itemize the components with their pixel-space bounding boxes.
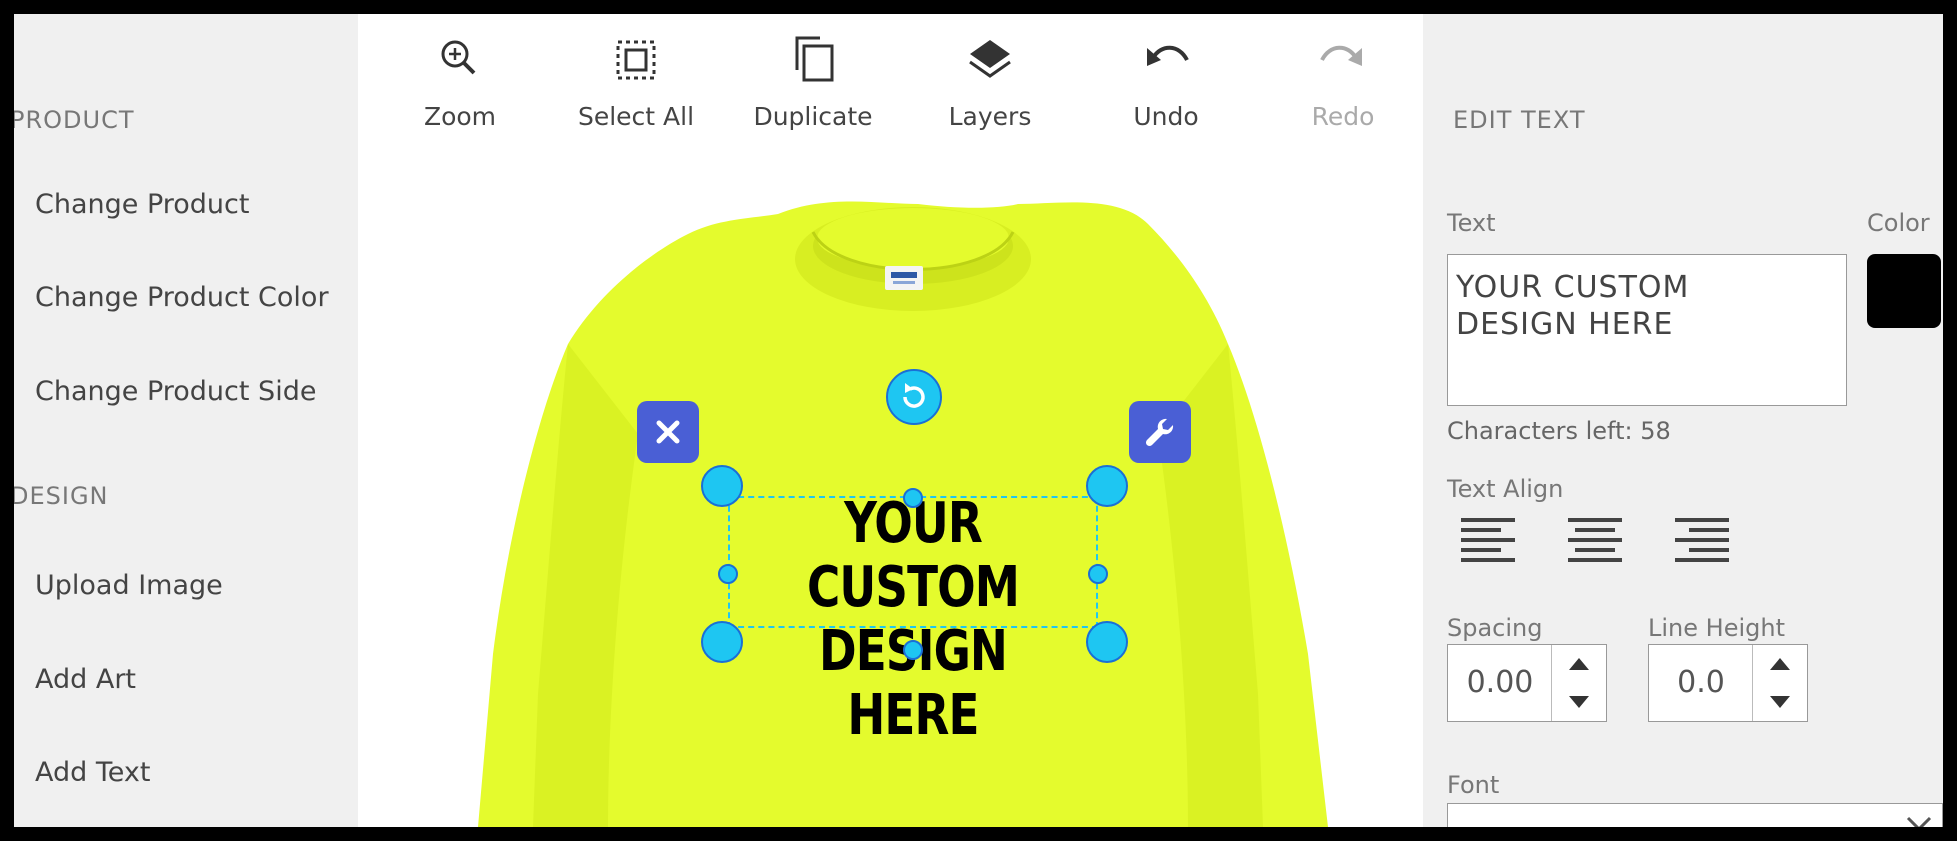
add-text-link[interactable]: Add Text — [35, 757, 150, 788]
change-product-link[interactable]: Change Product — [35, 189, 249, 220]
resize-handle-bottom[interactable] — [903, 640, 923, 660]
resize-handle-bottom-right[interactable] — [1086, 621, 1128, 663]
font-label: Font — [1447, 771, 1500, 799]
chevron-down-icon — [1906, 816, 1932, 827]
edit-text-panel: EDIT TEXT Text Color YOUR CUSTOM DESIGN … — [1423, 14, 1943, 827]
left-sidebar: PRODUCT Change Product Change Product Co… — [14, 14, 358, 827]
spacing-arrows — [1551, 645, 1606, 721]
spacing-label: Spacing — [1447, 614, 1543, 642]
line-height-value[interactable]: 0.0 — [1649, 645, 1753, 721]
align-right-icon — [1675, 518, 1729, 562]
align-left-icon — [1461, 518, 1515, 562]
text-input[interactable]: YOUR CUSTOM DESIGN HERE — [1447, 254, 1847, 406]
text-color-swatch[interactable] — [1867, 254, 1941, 328]
line-height-decrement-button[interactable] — [1753, 683, 1807, 721]
font-select[interactable] — [1447, 803, 1943, 827]
text-label: Text — [1447, 209, 1496, 237]
resize-handle-top[interactable] — [903, 488, 923, 508]
design-canvas[interactable]: Zoom Select All Duplicate Layers Undo Re… — [358, 14, 1423, 827]
edit-object-button[interactable] — [1129, 401, 1191, 463]
line-height-stepper[interactable]: 0.0 — [1648, 644, 1808, 722]
line-height-arrows — [1752, 645, 1807, 721]
resize-handle-top-left[interactable] — [701, 465, 743, 507]
triangle-down-icon — [1770, 696, 1790, 708]
align-center-button[interactable] — [1566, 514, 1624, 564]
change-product-side-link[interactable]: Change Product Side — [35, 376, 316, 407]
rotate-icon — [903, 383, 925, 408]
resize-handle-right[interactable] — [1088, 564, 1108, 584]
upload-image-link[interactable]: Upload Image — [35, 570, 223, 601]
align-left-button[interactable] — [1459, 514, 1517, 564]
add-art-link[interactable]: Add Art — [35, 664, 136, 695]
text-input-line2: DESIGN HERE — [1456, 307, 1674, 342]
triangle-down-icon — [1569, 696, 1589, 708]
characters-left: Characters left: 58 — [1447, 417, 1671, 445]
rotate-object-button[interactable] — [886, 369, 942, 425]
spacing-decrement-button[interactable] — [1552, 683, 1606, 721]
wrench-icon — [1145, 418, 1174, 447]
spacing-value[interactable]: 0.00 — [1448, 645, 1552, 721]
triangle-up-icon — [1770, 658, 1790, 670]
triangle-up-icon — [1569, 658, 1589, 670]
text-align-label: Text Align — [1447, 475, 1564, 503]
change-product-color-link[interactable]: Change Product Color — [35, 282, 329, 313]
resize-handle-left[interactable] — [718, 564, 738, 584]
resize-handle-top-right[interactable] — [1086, 465, 1128, 507]
align-right-button[interactable] — [1673, 514, 1731, 564]
design-text-line1: YOUR CUSTOM — [807, 491, 1020, 620]
app-frame: PRODUCT Change Product Change Product Co… — [14, 14, 1943, 827]
align-center-icon — [1568, 518, 1622, 562]
text-input-line1: YOUR CUSTOM — [1456, 270, 1690, 305]
spacing-increment-button[interactable] — [1552, 645, 1606, 683]
section-title-design: DESIGN — [14, 482, 109, 510]
delete-object-button[interactable] — [637, 401, 699, 463]
color-label: Color — [1867, 209, 1930, 237]
design-text-object[interactable]: YOUR CUSTOM DESIGN HERE — [747, 492, 1080, 748]
line-height-label: Line Height — [1648, 614, 1785, 642]
close-icon — [656, 420, 680, 444]
panel-title: EDIT TEXT — [1453, 106, 1586, 134]
resize-handle-bottom-left[interactable] — [701, 621, 743, 663]
section-title-product: PRODUCT — [14, 106, 135, 134]
spacing-stepper[interactable]: 0.00 — [1447, 644, 1607, 722]
line-height-increment-button[interactable] — [1753, 645, 1807, 683]
